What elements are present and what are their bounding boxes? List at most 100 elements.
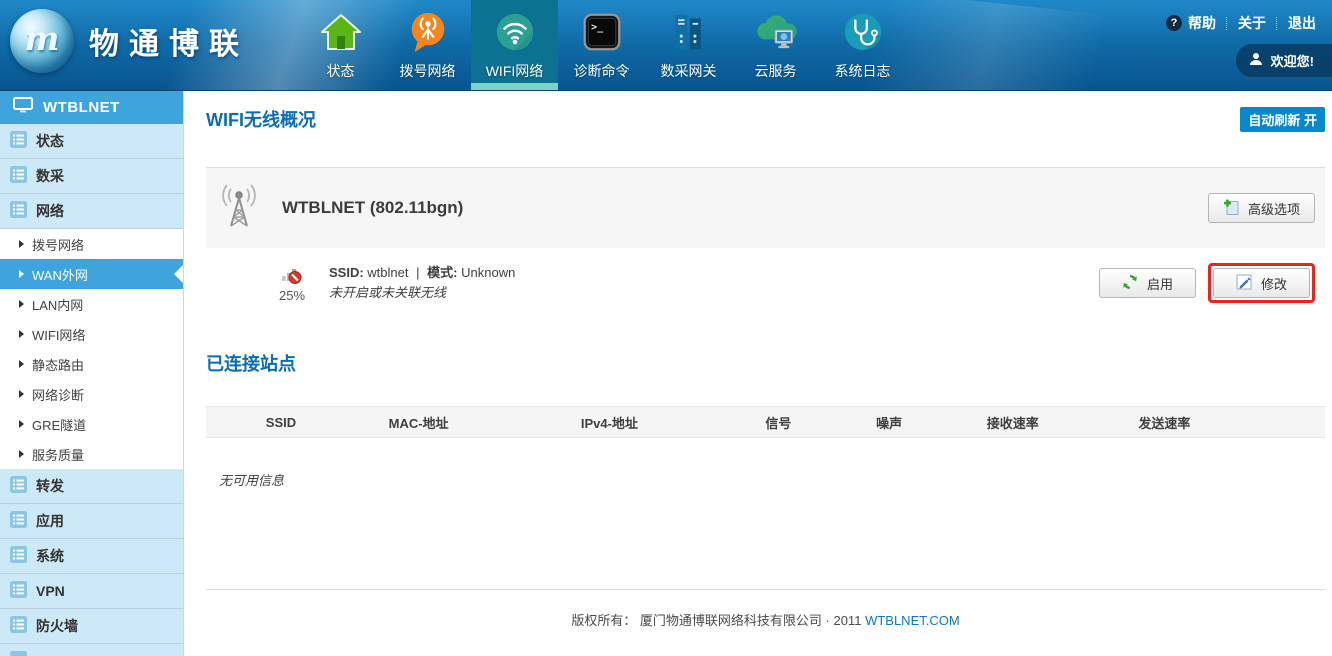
auto-refresh-toggle[interactable]: 自动刷新 开 xyxy=(1240,107,1325,132)
sidebar-item-qos[interactable]: 服务质量 xyxy=(0,439,183,469)
nav-item-dial-network[interactable]: 拨号网络 xyxy=(384,0,471,90)
nav-item-wifi-network[interactable]: WIFI网络 xyxy=(471,0,558,90)
sidebar-item-data-collect[interactable]: 数采 xyxy=(0,159,183,194)
nav-label: 数采网关 xyxy=(661,61,717,81)
ssid-line: SSID: wtblnet | 模式: Unknown xyxy=(329,263,515,283)
list-icon xyxy=(10,511,27,531)
caret-right-icon xyxy=(19,360,24,368)
list-icon xyxy=(10,581,27,601)
sidebar-item-label: 服务质量 xyxy=(32,445,84,464)
sidebar-item-gre-tunnel[interactable]: GRE隧道 xyxy=(0,409,183,439)
sidebar-item-lan[interactable]: LAN内网 xyxy=(0,289,183,319)
nav-item-cloud-service[interactable]: 云服务 xyxy=(732,0,819,90)
sidebar-item-status[interactable]: 状态 xyxy=(0,124,183,159)
sidebar-item-label: WIFI网络 xyxy=(32,325,85,344)
list-icon xyxy=(10,201,27,221)
sidebar-item-wan[interactable]: WAN外网 xyxy=(0,259,183,289)
sidebar-item-label: GRE隧道 xyxy=(32,415,86,434)
refresh-icon xyxy=(1122,274,1138,293)
cloud-monitor-icon xyxy=(752,6,800,58)
sidebar-item-dial-network[interactable]: 拨号网络 xyxy=(0,229,183,259)
server-towers-icon xyxy=(669,6,709,58)
copyright-text: 版权所有： 厦门物通博联网络科技有限公司 · 2011 xyxy=(571,613,861,628)
page-body: WTBLNET 状态 数采 网络 拨号网络 WAN外网 LAN内网 xyxy=(0,91,1332,656)
signal-cell: 25% xyxy=(268,264,316,303)
sidebar-item-label: 应用 xyxy=(36,511,64,531)
sidebar-item-system[interactable]: 系统 xyxy=(0,539,183,574)
antenna-icon xyxy=(219,182,259,235)
device-name: WTBLNET (802.11bgn) xyxy=(282,198,463,218)
sidebar-item-label: 状态 xyxy=(36,131,64,151)
modify-button[interactable]: 修改 xyxy=(1213,268,1310,298)
caret-right-icon xyxy=(19,390,24,398)
main-content: WIFI无线概况 自动刷新 开 WTBLNET (802.11bgn) 高级选项 xyxy=(184,91,1332,656)
ssid-value: wtblnet xyxy=(367,265,408,280)
active-notch xyxy=(174,265,183,283)
sidebar-item-forward[interactable]: 转发 xyxy=(0,469,183,504)
list-icon xyxy=(10,131,27,151)
nav-item-system-log[interactable]: 系统日志 xyxy=(819,0,906,90)
list-icon xyxy=(10,651,27,656)
sidebar-item-label: 拨号网络 xyxy=(32,235,84,254)
footer-link[interactable]: WTBLNET.COM xyxy=(865,613,960,628)
sidebar-item-network[interactable]: 网络 xyxy=(0,194,183,229)
help-link[interactable]: 帮助 xyxy=(1188,13,1216,33)
brand-name: 物通博联 xyxy=(89,19,249,63)
list-icon xyxy=(10,166,27,186)
home-icon xyxy=(319,6,363,58)
enable-button[interactable]: 启用 xyxy=(1099,268,1196,298)
monitor-icon xyxy=(13,97,33,118)
col-ssid: SSID xyxy=(206,407,356,438)
col-mac: MAC-地址 xyxy=(356,407,481,438)
sidebar-item-network-diagnosis[interactable]: 网络诊断 xyxy=(0,379,183,409)
sidebar-item-wifi[interactable]: WIFI网络 xyxy=(0,319,183,349)
col-signal: 信号 xyxy=(738,407,820,438)
nav-item-status[interactable]: 状态 xyxy=(297,0,384,90)
nav-item-diagnostic-command[interactable]: >_ 诊断命令 xyxy=(558,0,645,90)
title-row: WIFI无线概况 自动刷新 开 xyxy=(206,91,1325,132)
logout-link[interactable]: 退出 xyxy=(1288,13,1316,33)
sidebar-item-label: 防火墙 xyxy=(36,616,78,636)
sidebar-item-application[interactable]: 应用 xyxy=(0,504,183,539)
stethoscope-icon xyxy=(842,6,884,58)
help-icon: ? xyxy=(1166,15,1182,31)
ssid-label: SSID: xyxy=(329,265,364,280)
col-noise: 噪声 xyxy=(819,407,959,438)
device-actions: 启用 修改 xyxy=(1099,263,1315,303)
sidebar-item-label: WAN外网 xyxy=(32,265,88,284)
nav-label: 拨号网络 xyxy=(400,61,456,81)
stations-table: SSID MAC-地址 IPv4-地址 信号 噪声 接收速率 发送速率 xyxy=(206,406,1325,438)
nav-label: 状态 xyxy=(327,61,355,81)
list-icon xyxy=(10,616,27,636)
nav-label: WIFI网络 xyxy=(486,61,544,81)
stations-header-row: SSID MAC-地址 IPv4-地址 信号 噪声 接收速率 发送速率 xyxy=(206,407,1325,438)
broadcast-bubble-icon xyxy=(407,6,449,58)
sidebar-item-label: 转发 xyxy=(36,476,64,496)
sidebar-item-label: VPN xyxy=(36,583,65,599)
sidebar-item-static-route[interactable]: 静态路由 xyxy=(0,349,183,379)
sidebar-header: WTBLNET xyxy=(0,91,183,124)
edit-icon xyxy=(1236,274,1252,293)
col-rx-rate: 接收速率 xyxy=(959,407,1066,438)
stations-empty-text: 无可用信息 xyxy=(219,470,1325,489)
advanced-options-button[interactable]: 高级选项 xyxy=(1208,193,1315,223)
button-label: 启用 xyxy=(1147,274,1173,293)
nav-label: 诊断命令 xyxy=(574,61,630,81)
svg-text:>_: >_ xyxy=(591,22,604,33)
mode-label: 模式: xyxy=(427,265,457,280)
col-tx-rate: 发送速率 xyxy=(1066,407,1262,438)
sidebar-item-label: 静态路由 xyxy=(32,355,84,374)
welcome-badge[interactable]: 欢迎您! xyxy=(1236,44,1332,77)
device-header: WTBLNET (802.11bgn) 高级选项 xyxy=(206,168,1325,248)
footer: 版权所有： 厦门物通博联网络科技有限公司 · 2011 WTBLNET.COM xyxy=(206,590,1325,629)
mode-value: Unknown xyxy=(461,265,515,280)
wireless-status-text: 未开启或未关联无线 xyxy=(329,283,515,303)
sidebar-item-vpn[interactable]: VPN xyxy=(0,574,183,609)
caret-right-icon xyxy=(19,270,24,278)
sidebar-item-firewall[interactable]: 防火墙 xyxy=(0,609,183,644)
nav-item-data-gateway[interactable]: 数采网关 xyxy=(645,0,732,90)
nav-label: 云服务 xyxy=(755,61,797,81)
about-link[interactable]: 关于 xyxy=(1238,13,1266,33)
sidebar-item-label: 网络 xyxy=(36,201,64,221)
button-label: 高级选项 xyxy=(1248,199,1300,218)
